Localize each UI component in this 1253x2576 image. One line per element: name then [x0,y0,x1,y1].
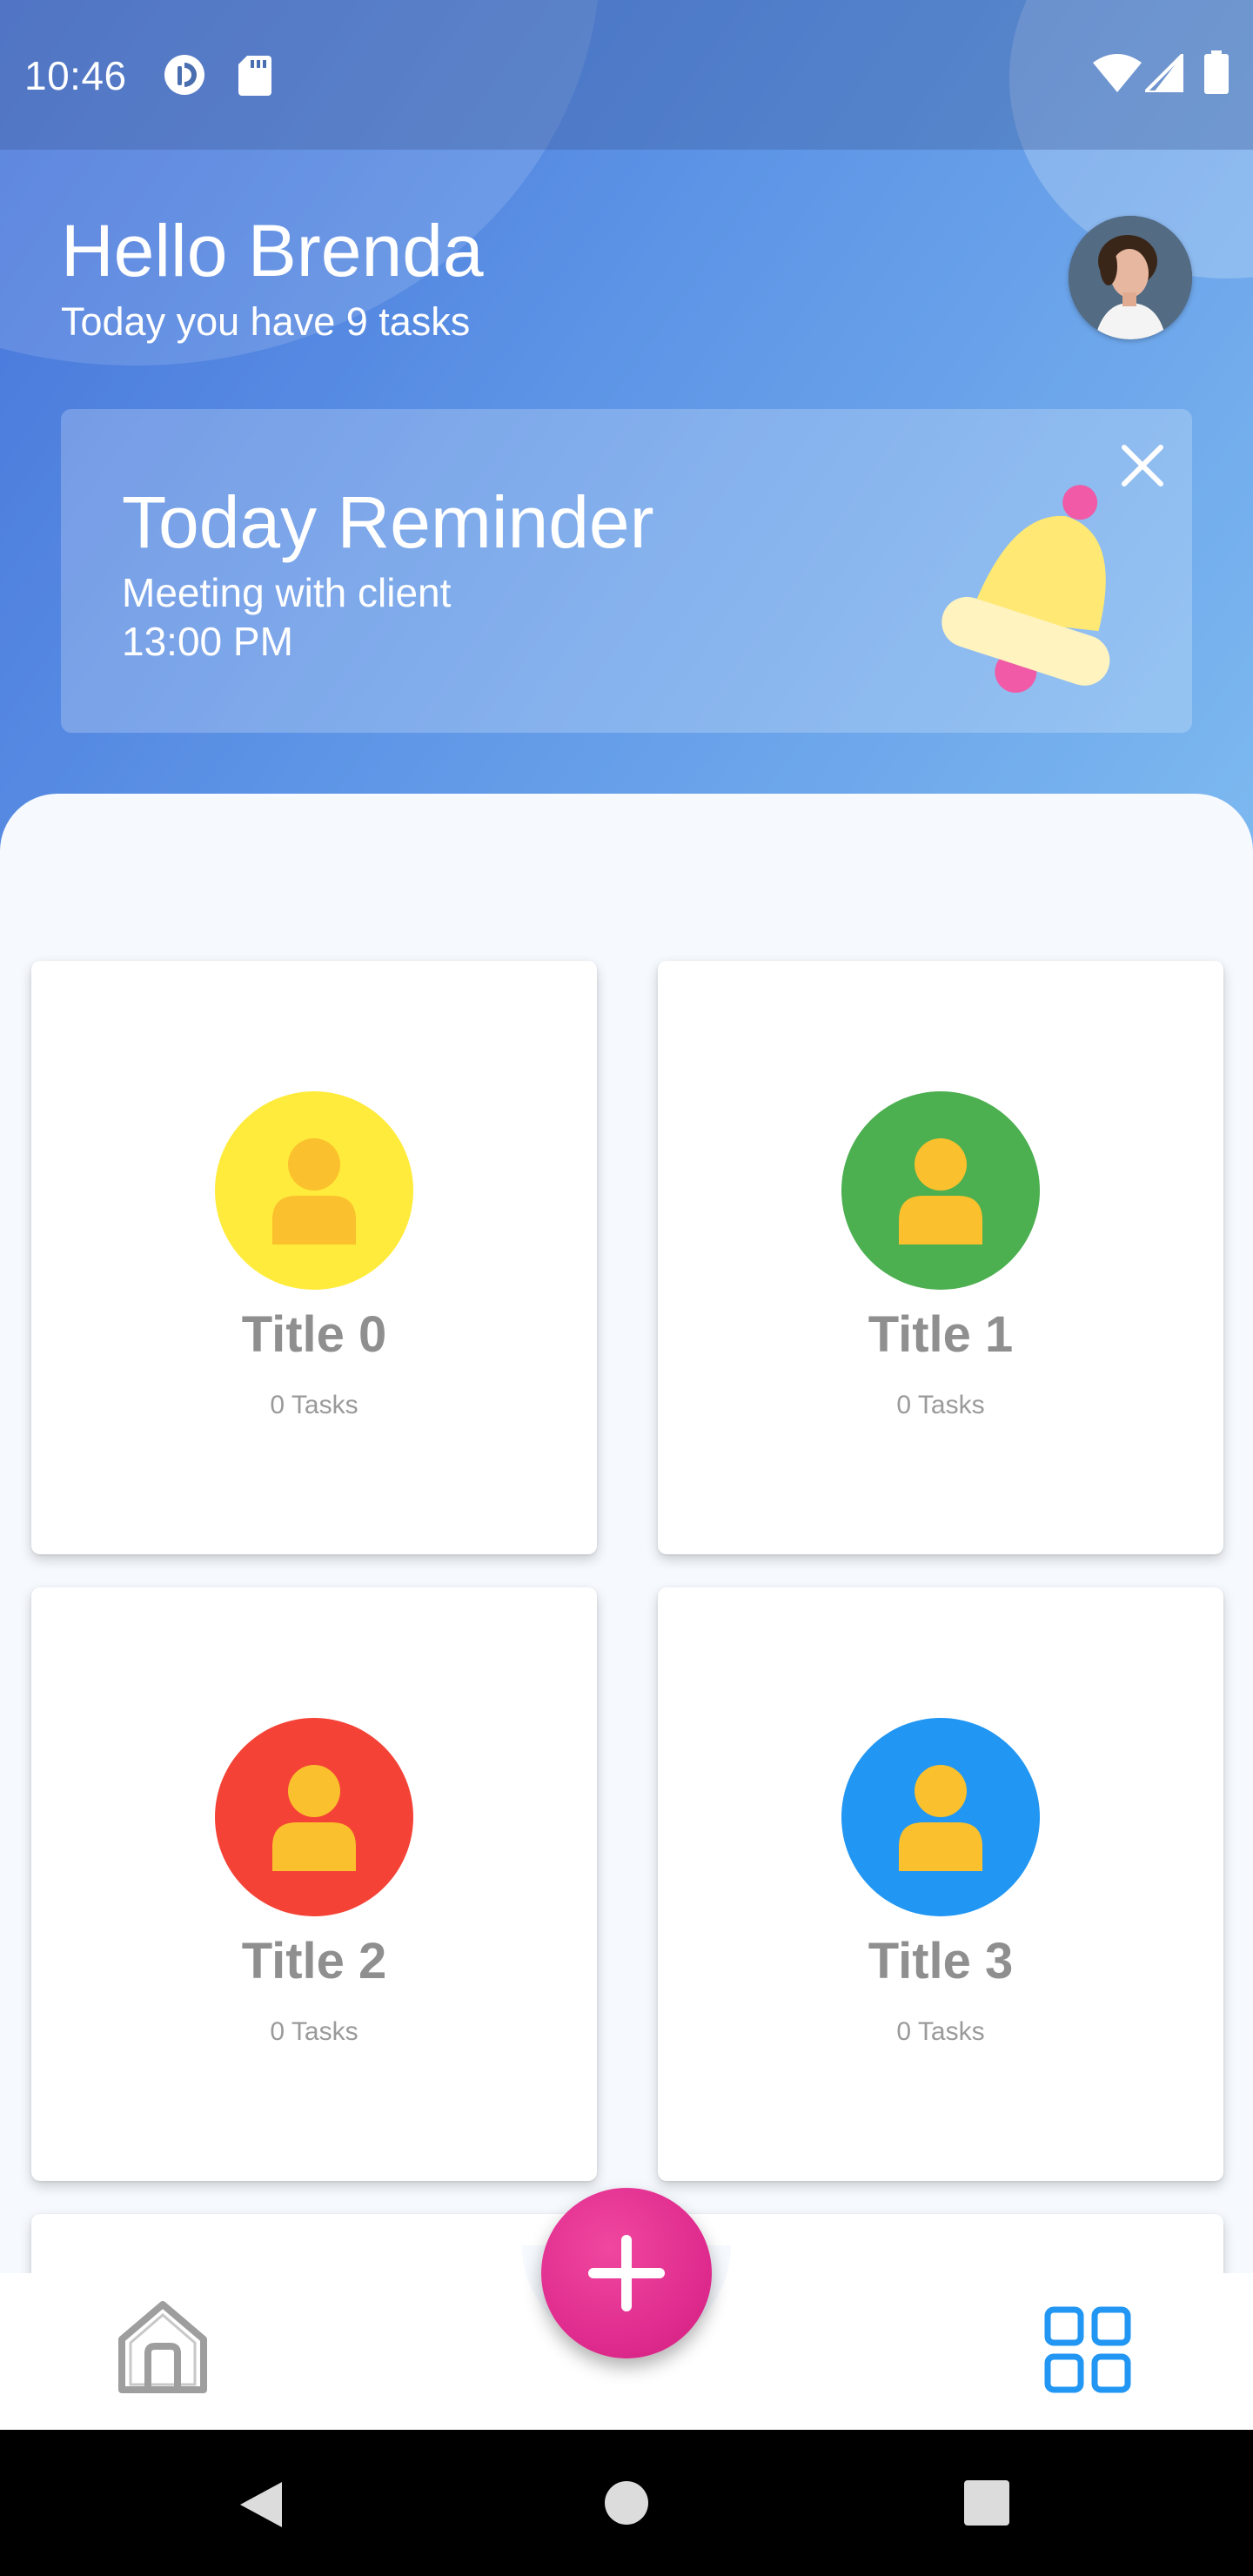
person-icon [272,1765,356,1871]
card-title: Title 0 [241,1306,387,1363]
card-icon-circle [841,1718,1040,1916]
reminder-card[interactable]: Today Reminder Meeting with client 13:00… [61,409,1192,733]
wifi-icon [1093,54,1142,92]
person-icon [899,1765,982,1871]
system-navigation-bar [0,2430,1253,2576]
recents-icon[interactable] [964,2480,1009,2526]
avatar[interactable] [1069,216,1192,339]
plus-icon [588,2235,665,2311]
card-title: Title 2 [241,1933,387,1989]
person-icon [899,1138,982,1244]
battery-icon [1204,50,1229,94]
card-task-count: 0 Tasks [896,2017,985,2046]
card-task-count: 0 Tasks [270,1391,358,1419]
reminder-text: Meeting with client [122,570,452,615]
category-card[interactable]: Title 1 0 Tasks [658,961,1223,1554]
category-card[interactable]: Title 2 0 Tasks [31,1587,597,2181]
home-circle-icon[interactable] [604,2480,649,2526]
card-icon-circle [841,1091,1040,1290]
grid-icon[interactable] [1044,2306,1131,2393]
add-task-button[interactable] [541,2188,712,2358]
category-card[interactable]: Title 3 0 Tasks [658,1587,1223,2181]
status-time: 10:46 [24,53,127,98]
header-background: 10:46 Hello Brenda Today you have 9 task… [0,0,1253,870]
card-task-count: 0 Tasks [270,2017,358,2046]
reminder-title: Today Reminder [122,481,654,563]
back-icon[interactable] [237,2479,285,2531]
card-title: Title 1 [868,1306,1014,1363]
category-card[interactable]: Title 0 0 Tasks [31,961,597,1554]
reminder-time: 13:00 PM [122,619,293,664]
status-bar: 10:46 [0,0,1253,150]
cellular-signal-icon [1145,54,1183,92]
task-count-subtitle: Today you have 9 tasks [61,299,471,344]
card-title: Title 3 [868,1933,1014,1989]
profile-photo [1069,216,1192,339]
bell-icon [941,485,1110,694]
card-task-count: 0 Tasks [896,1391,985,1419]
person-icon [272,1138,356,1244]
card-icon-circle [215,1091,413,1290]
sd-card-icon [238,56,271,96]
card-icon-circle [215,1718,413,1916]
pocket-casts-icon [164,55,204,95]
greeting-title: Hello Brenda [61,210,484,292]
home-icon[interactable] [117,2299,209,2395]
